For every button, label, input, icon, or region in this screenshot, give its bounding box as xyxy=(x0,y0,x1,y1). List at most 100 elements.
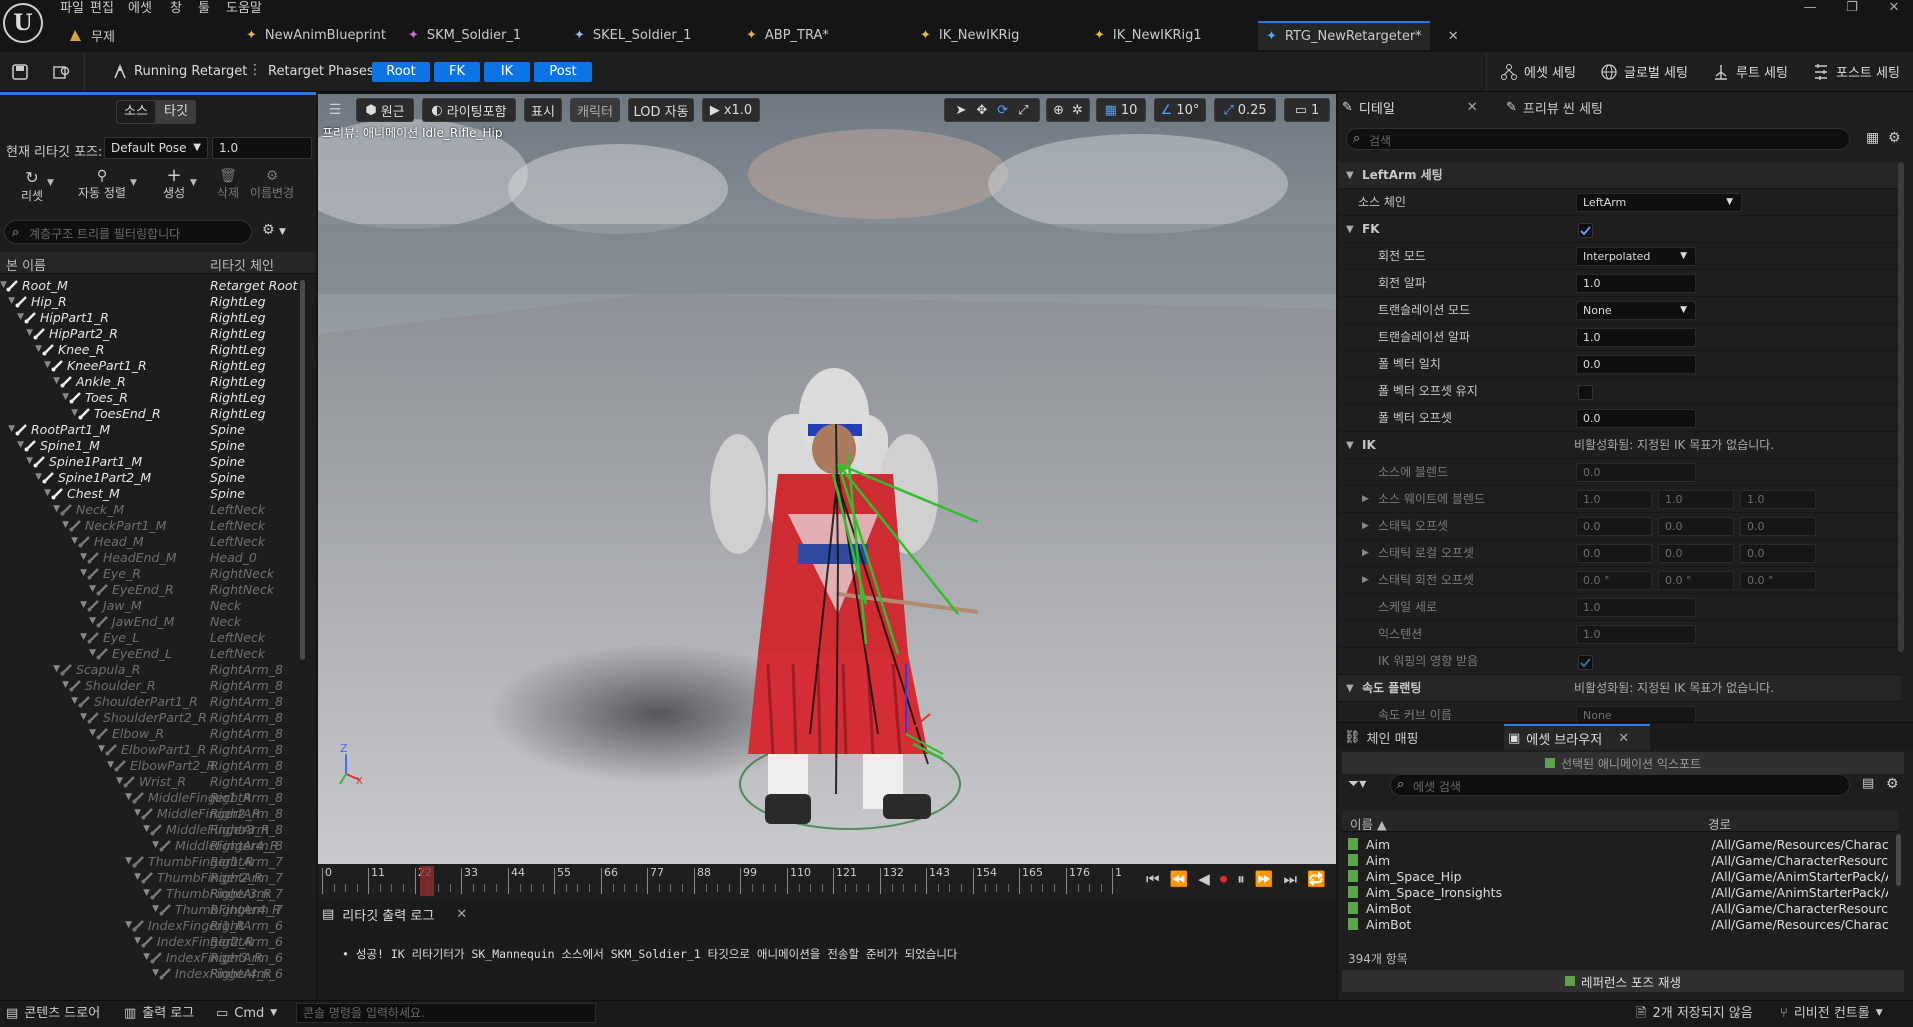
scale-icon[interactable]: ⤢ xyxy=(1018,103,1028,118)
tree-row[interactable]: ▼ MiddleFinger4_R RightArm_8 xyxy=(0,837,300,853)
show-button[interactable]: 표시 xyxy=(524,98,562,122)
expand-arrow-icon[interactable]: ▼ xyxy=(0,392,69,402)
menu-item[interactable]: 편집 xyxy=(90,0,114,17)
expand-arrow-icon[interactable]: ▼ xyxy=(0,344,42,354)
scale-snap-button[interactable]: ⤢ 0.25 xyxy=(1214,98,1276,122)
project-tab[interactable]: 무제 xyxy=(60,21,188,50)
global-settings-button[interactable]: 글로벌 세팅 xyxy=(1600,62,1688,81)
ik-number-field[interactable]: 1.0 xyxy=(1576,598,1696,617)
tree-row[interactable]: ▼ ThumbFinger1_R RightArm_7 xyxy=(0,853,300,869)
restore-icon[interactable]: ❐ xyxy=(1834,0,1870,18)
document-tab[interactable]: ✦ SKEL_Soldier_1 xyxy=(566,21,734,50)
tree-row[interactable]: ▼ Elbow_R RightArm_8 xyxy=(0,725,300,741)
fk-number-field[interactable]: 0.0 xyxy=(1576,355,1696,374)
ik-number-field[interactable]: 0.0 xyxy=(1576,463,1696,482)
property-section[interactable]: ▼ IK 비활성화됨: 지정된 IK 목표가 없습니다. xyxy=(1338,432,1901,459)
hierarchy-search-input[interactable]: ⌕ 계층구조 트리를 필터링합니다 xyxy=(4,220,252,244)
select-icon[interactable]: ➤ xyxy=(955,103,966,118)
expand-arrow-icon[interactable]: ▼ xyxy=(0,488,51,498)
expand-arrow-icon[interactable]: ▶ xyxy=(1362,513,1369,540)
expand-arrow-icon[interactable]: ▼ xyxy=(0,888,150,898)
expand-arrow-icon[interactable]: ▼ xyxy=(0,872,141,882)
step-forward-icon[interactable]: ⏩ xyxy=(1255,870,1274,888)
timeline-ruler[interactable]: 0112233445566778899110121132143154165176… xyxy=(322,864,1122,898)
translate-icon[interactable]: ✥ xyxy=(976,103,987,118)
phase-ik-button[interactable]: IK xyxy=(484,62,530,82)
source-chain-dropdown[interactable]: LeftArm ▼ xyxy=(1576,193,1742,212)
expand-arrow-icon[interactable]: ▼ xyxy=(0,936,141,946)
tree-row[interactable]: ▼ ShoulderPart2_R RightArm_8 xyxy=(0,709,300,725)
expand-arrow-icon[interactable]: ▼ xyxy=(0,328,33,338)
expand-arrow-icon[interactable]: ▼ xyxy=(0,648,96,658)
save-icon[interactable] xyxy=(10,62,30,82)
expand-arrow-icon[interactable]: ▼ xyxy=(0,408,78,418)
pose-dropdown[interactable]: Default Pose ▼ xyxy=(104,137,208,159)
view-options-icon[interactable]: ▦ xyxy=(1866,130,1879,146)
expand-arrow-icon[interactable]: ▼ xyxy=(0,760,114,770)
play-reference-pose-button[interactable]: 레퍼런스 포즈 재생 xyxy=(1342,970,1904,992)
tree-row[interactable]: ▼ HipPart2_R RightLeg xyxy=(0,325,300,341)
expand-arrow-icon[interactable]: ▼ xyxy=(0,552,87,562)
tree-row[interactable]: ▼ ElbowPart2_R RightArm_8 xyxy=(0,757,300,773)
fk-number-field[interactable]: 0.0 xyxy=(1576,409,1696,428)
tree-row[interactable]: ▼ MiddleFinger1_R RightArm_8 xyxy=(0,789,300,805)
expand-arrow-icon[interactable]: ▼ xyxy=(0,568,87,578)
bone-name-column[interactable]: 본 이름 xyxy=(6,255,46,274)
expand-arrow-icon[interactable]: ▼ xyxy=(0,776,123,786)
rename-button[interactable]: ⚙ 이름변경 xyxy=(246,168,298,201)
asset-row[interactable]: Aim_Space_Ironsights/All/Game/AnimStarte… xyxy=(1348,884,1888,900)
close-tab-icon[interactable]: ✕ xyxy=(456,907,467,922)
collapse-arrow-icon[interactable]: ▼ xyxy=(1346,675,1354,702)
asset-row[interactable]: Aim/All/Game/CharacterResources xyxy=(1348,852,1888,868)
fk-dropdown[interactable]: None ▼ xyxy=(1576,301,1696,320)
expand-arrow-icon[interactable]: ▼ xyxy=(0,664,60,674)
tree-row[interactable]: ▼ Ankle_R RightLeg xyxy=(0,373,300,389)
property-section[interactable]: ▼ FK xyxy=(1338,216,1901,243)
grid-snap-button[interactable]: ▦ 10 xyxy=(1096,98,1146,122)
tree-row[interactable]: ▼ HipPart1_R RightLeg xyxy=(0,309,300,325)
collapse-arrow-icon[interactable]: ▼ xyxy=(1346,432,1354,459)
root-settings-button[interactable]: 루트 세팅 xyxy=(1712,62,1788,81)
expand-arrow-icon[interactable]: ▼ xyxy=(0,296,15,306)
settings-gear-icon[interactable]: ⚙ xyxy=(1888,130,1901,146)
running-retarget-label[interactable]: Running Retarget xyxy=(134,64,247,79)
expand-arrow-icon[interactable]: ▼ xyxy=(0,840,159,850)
settings-gear-icon[interactable]: ⚙ xyxy=(1886,776,1899,792)
skip-start-icon[interactable]: ⏮ xyxy=(1146,870,1160,888)
tree-row[interactable]: ▼ JawEnd_M Neck xyxy=(0,613,300,629)
tree-row[interactable]: ▼ ThumbFinger4_R RightArm_7 xyxy=(0,901,300,917)
menu-item[interactable]: 툴 xyxy=(198,0,210,17)
source-toggle[interactable]: 소스 xyxy=(116,100,156,124)
document-tab[interactable]: ✦ IK_NewIKRig xyxy=(912,21,1082,50)
tree-row[interactable]: ▼ ShoulderPart1_R RightArm_8 xyxy=(0,693,300,709)
tree-row[interactable]: ▼ KneePart1_R RightLeg xyxy=(0,357,300,373)
chain-mapping-tab[interactable]: ⛓ 체인 매핑 xyxy=(1344,726,1419,748)
details-scrollbar[interactable] xyxy=(1898,162,1904,652)
lod-auto-button[interactable]: LOD 자동 xyxy=(628,98,694,122)
fk-number-field[interactable]: 1.0 xyxy=(1576,328,1696,347)
fk-number-field[interactable]: 1.0 xyxy=(1576,274,1696,293)
expand-arrow-icon[interactable]: ▼ xyxy=(0,952,150,962)
expand-arrow-icon[interactable]: ▼ xyxy=(0,920,132,930)
ik-number-field[interactable]: 0.0 xyxy=(1576,517,1652,536)
tree-row[interactable]: ▼ HeadEnd_M Head_0 xyxy=(0,549,300,565)
unreal-logo-icon[interactable]: U xyxy=(3,3,43,43)
tree-row[interactable]: ▼ Jaw_M Neck xyxy=(0,597,300,613)
minimize-icon[interactable]: — xyxy=(1792,0,1828,18)
details-tab[interactable]: ✎ 디테일 ✕ xyxy=(1342,96,1478,118)
expand-arrow-icon[interactable]: ▼ xyxy=(0,584,96,594)
unsaved-button[interactable]: 🗎 2개 저장되지 않음 xyxy=(1636,1000,1753,1027)
record-icon[interactable]: ⏺ xyxy=(1220,870,1228,888)
more-options-icon[interactable]: ⋮ xyxy=(248,62,262,78)
expand-arrow-icon[interactable]: ▼ xyxy=(0,696,78,706)
property-section[interactable]: ▼ 속도 플랜팅 비활성화됨: 지정된 IK 목표가 없습니다. xyxy=(1338,675,1901,702)
retarget-chain-column[interactable]: 리타깃 체인 xyxy=(210,255,274,274)
rotate-icon[interactable]: ⟳ xyxy=(997,103,1008,118)
console-input[interactable]: 콘솔 명령을 입력하세요. xyxy=(296,1003,596,1023)
loop-icon[interactable]: 🔁 xyxy=(1307,870,1326,888)
phase-fk-button[interactable]: FK xyxy=(434,62,480,82)
playhead[interactable] xyxy=(420,866,434,896)
property-section[interactable]: ▼ LeftArm 세팅 xyxy=(1338,162,1901,189)
tree-row[interactable]: ▼ Spine1_M Spine xyxy=(0,437,300,453)
tree-row[interactable]: ▼ IndexFinger4_R RightArm_6 xyxy=(0,965,300,981)
